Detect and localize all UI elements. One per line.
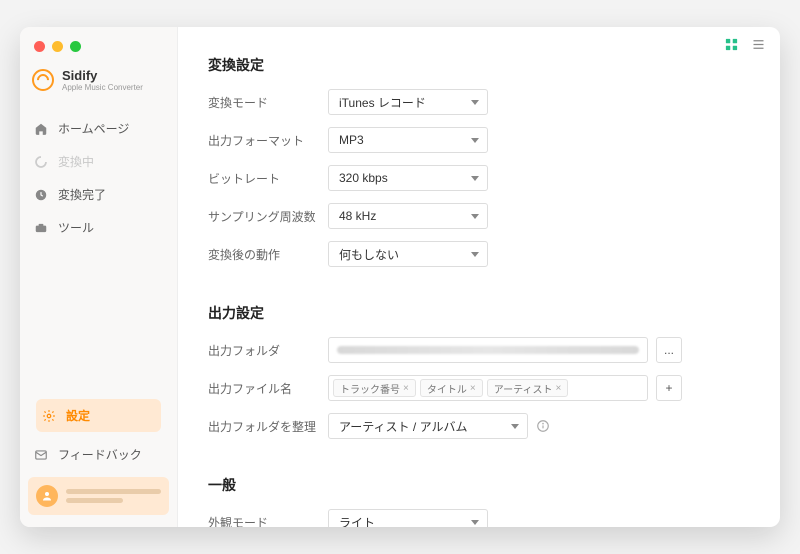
select-format[interactable]: MP3 [328,127,488,153]
sidebar-item-label: フィードバック [58,446,142,463]
remove-tag-icon[interactable]: × [470,383,476,394]
row-format: 出力フォーマット MP3 [208,127,750,153]
app-window: Sidify Apple Music Converter ホームページ 変換中 … [20,27,780,527]
select-appearance[interactable]: ライト [328,509,488,527]
mail-icon [34,448,48,462]
maximize-window-button[interactable] [70,41,81,52]
gear-icon [42,409,56,423]
output-folder-field[interactable] [328,337,648,363]
filename-tags-field[interactable]: トラック番号× タイトル× アーティスト× [328,375,648,401]
add-tag-button[interactable]: + [656,375,682,401]
label-sample: サンプリング周波数 [208,208,328,225]
row-mode: 変換モード iTunes レコード [208,89,750,115]
sidebar-item-converting[interactable]: 変換中 [20,145,177,178]
label-after: 変換後の動作 [208,246,328,263]
section-title-conversion: 変換設定 [208,55,750,75]
brand-sub: Apple Music Converter [62,83,143,92]
user-info [66,489,161,503]
section-title-general: 一般 [208,475,750,495]
label-output-folder: 出力フォルダ [208,342,328,359]
label-format: 出力フォーマット [208,132,328,149]
sidebar-item-label: ツール [58,219,94,236]
select-after[interactable]: 何もしない [328,241,488,267]
label-output-filename: 出力ファイル名 [208,380,328,397]
sidebar-item-label: 変換完了 [58,186,106,203]
select-organize[interactable]: アーティスト / アルバム [328,413,528,439]
row-output-filename: 出力ファイル名 トラック番号× タイトル× アーティスト× + [208,375,750,401]
avatar [36,485,58,507]
info-icon[interactable] [536,419,550,433]
brand: Sidify Apple Music Converter [20,62,177,104]
row-bitrate: ビットレート 320 kbps [208,165,750,191]
remove-tag-icon[interactable]: × [556,383,562,394]
sidebar-item-feedback[interactable]: フィードバック [28,438,169,471]
sidebar-item-label: 変換中 [58,153,94,170]
tag-artist[interactable]: アーティスト× [487,379,569,397]
select-mode[interactable]: iTunes レコード [328,89,488,115]
sidebar-item-settings[interactable]: 設定 [36,399,161,432]
sidebar: Sidify Apple Music Converter ホームページ 変換中 … [20,27,178,527]
sidebar-item-completed[interactable]: 変換完了 [20,178,177,211]
home-icon [34,122,48,136]
row-output-folder: 出力フォルダ ... [208,337,750,363]
close-window-button[interactable] [34,41,45,52]
row-organize: 出力フォルダを整理 アーティスト / アルバム [208,413,750,439]
brand-icon [32,69,54,91]
settings-panel: 変換設定 変換モード iTunes レコード 出力フォーマット MP3 ビットレ… [178,27,780,527]
minimize-window-button[interactable] [52,41,63,52]
tag-title[interactable]: タイトル× [420,379,483,397]
label-appearance: 外観モード [208,514,328,528]
label-organize: 出力フォルダを整理 [208,418,328,435]
sidebar-bottom: 設定 フィードバック [20,391,177,527]
sidebar-item-tools[interactable]: ツール [20,211,177,244]
nav: ホームページ 変換中 変換完了 ツール [20,104,177,391]
label-mode: 変換モード [208,94,328,111]
row-appearance: 外観モード ライト [208,509,750,527]
user-card[interactable] [28,477,169,515]
section-title-output: 出力設定 [208,303,750,323]
select-bitrate[interactable]: 320 kbps [328,165,488,191]
label-bitrate: ビットレート [208,170,328,187]
clock-icon [34,188,48,202]
sidebar-item-label: ホームページ [58,120,129,137]
toolbox-icon [34,221,48,235]
select-sample[interactable]: 48 kHz [328,203,488,229]
remove-tag-icon[interactable]: × [403,383,409,394]
row-sample: サンプリング周波数 48 kHz [208,203,750,229]
brand-name: Sidify [62,68,143,83]
sidebar-item-home[interactable]: ホームページ [20,112,177,145]
window-controls [20,27,177,62]
converting-icon [34,155,48,169]
browse-folder-button[interactable]: ... [656,337,682,363]
row-after: 変換後の動作 何もしない [208,241,750,267]
output-folder-path [337,346,639,354]
tag-track[interactable]: トラック番号× [333,379,416,397]
sidebar-item-label: 設定 [66,407,90,424]
